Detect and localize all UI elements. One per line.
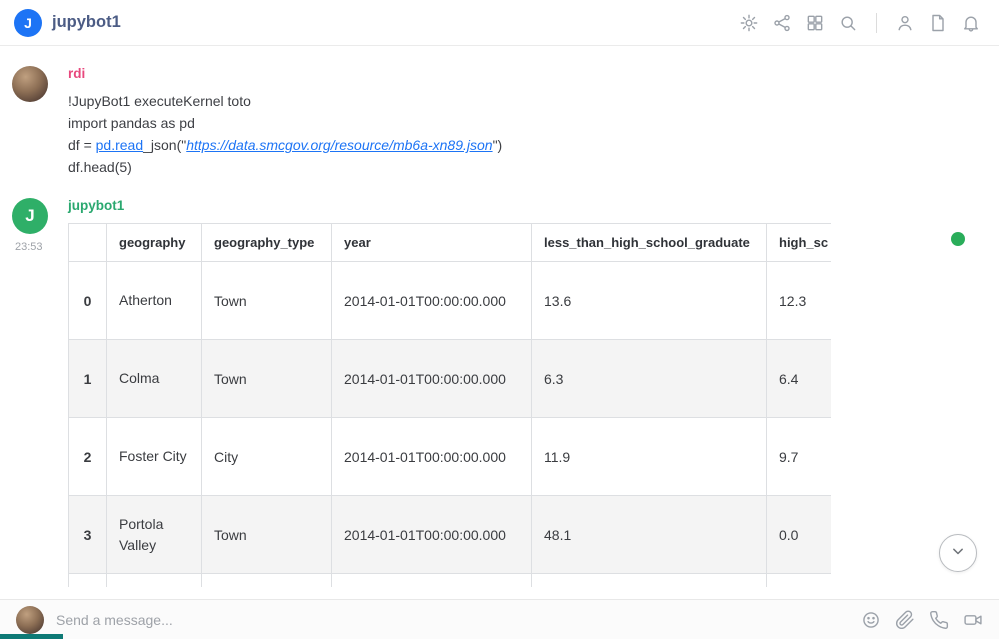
code-text: df = <box>68 137 96 153</box>
channel-title[interactable]: jupybot1 <box>52 13 121 32</box>
members-icon[interactable] <box>895 13 915 33</box>
cell-year: 2014-01-01T00:00:00.000 <box>332 418 532 496</box>
avatar-rdi[interactable] <box>12 66 48 102</box>
column-header-geography: geography <box>107 224 202 262</box>
avatar-jupybot1[interactable]: J <box>12 198 48 234</box>
column-header-high-school: high_sc <box>767 224 832 262</box>
cell-year: 2014-01-01T00:00:00.000 <box>332 496 532 574</box>
header-actions <box>739 13 981 33</box>
table-header-row: geography geography_type year less_than_… <box>69 224 832 262</box>
message-rdi: rdi !JupyBot1 executeKernel toto import … <box>0 64 999 178</box>
message-line: df.head(5) <box>68 156 999 178</box>
username-rdi[interactable]: rdi <box>68 66 85 81</box>
paperclip-icon[interactable] <box>895 610 915 630</box>
cell-geography-type: Town <box>202 262 332 340</box>
cell-geography: Atherton <box>107 262 202 340</box>
cell-geography-type: City <box>202 418 332 496</box>
column-header-year: year <box>332 224 532 262</box>
cell-high-school: 6.4 <box>767 340 832 418</box>
channel-avatar[interactable]: J <box>14 9 42 37</box>
cell-index: 0 <box>69 262 107 340</box>
bell-icon[interactable] <box>961 13 981 33</box>
cell-geography: Portola Valley <box>107 496 202 574</box>
chevron-down-icon <box>948 541 968 566</box>
phone-icon[interactable] <box>929 610 949 630</box>
message-input[interactable] <box>56 612 861 628</box>
cell-less-than-hs: 6.3 <box>532 340 767 418</box>
dataframe-table: geography geography_type year less_than_… <box>68 223 831 587</box>
gear-icon[interactable] <box>739 13 759 33</box>
message-line: !JupyBot1 executeKernel toto <box>68 90 999 112</box>
cell-year: 2014-01-01T00:00:00.000 <box>332 262 532 340</box>
cell-high-school: 12.3 <box>767 262 832 340</box>
cell-high-school: 0.0 <box>767 496 832 574</box>
column-header-index <box>69 224 107 262</box>
column-header-less-than-hs: less_than_high_school_graduate <box>532 224 767 262</box>
message-composer <box>0 599 999 639</box>
cell-index: 3 <box>69 496 107 574</box>
cell-index: 2 <box>69 418 107 496</box>
table-row: 1 Colma Town 2014-01-01T00:00:00.000 6.3… <box>69 340 832 418</box>
cell-geography-type: Town <box>202 496 332 574</box>
table-row: 3 Portola Valley Town 2014-01-01T00:00:0… <box>69 496 832 574</box>
emoji-icon[interactable] <box>861 610 881 630</box>
table-row: 2 Foster City City 2014-01-01T00:00:00.0… <box>69 418 832 496</box>
cell-index: 1 <box>69 340 107 418</box>
cell-less-than-hs: 11.9 <box>532 418 767 496</box>
message-body-jupybot1: jupybot1 geography geography_type <box>68 196 999 587</box>
cell-less-than-hs: 13.6 <box>532 262 767 340</box>
share-icon[interactable] <box>772 13 792 33</box>
pd-read-link[interactable]: pd.read <box>96 137 143 153</box>
column-header-geography-type: geography_type <box>202 224 332 262</box>
files-icon[interactable] <box>928 13 948 33</box>
scroll-to-bottom-button[interactable] <box>939 534 977 572</box>
username-jupybot1[interactable]: jupybot1 <box>68 198 124 213</box>
table-row: 0 Atherton Town 2014-01-01T00:00:00.000 … <box>69 262 832 340</box>
cell-less-than-hs: 48.1 <box>532 496 767 574</box>
app-window: J jupybot1 <box>0 0 999 639</box>
cell-year: 2014-01-01T00:00:00.000 <box>332 340 532 418</box>
message-body-rdi: rdi !JupyBot1 executeKernel toto import … <box>68 64 999 178</box>
cell-geography: Foster City <box>107 418 202 496</box>
unread-indicator-badge <box>951 232 965 246</box>
channel-header: J jupybot1 <box>0 0 999 46</box>
cell-geography-type: Town <box>202 340 332 418</box>
dataset-url-link[interactable]: https://data.smcgov.org/resource/mb6a-xn… <box>186 137 492 153</box>
cell-geography: Colma <box>107 340 202 418</box>
bottom-left-accent <box>0 634 63 639</box>
apps-grid-icon[interactable] <box>805 13 825 33</box>
message-jupybot1: J 23:53 jupybot1 geography <box>0 196 999 587</box>
current-user-avatar[interactable] <box>16 606 44 634</box>
search-icon[interactable] <box>838 13 858 33</box>
video-camera-icon[interactable] <box>963 610 983 630</box>
cell-high-school: 9.7 <box>767 418 832 496</box>
composer-actions <box>861 610 983 630</box>
dataframe-table-container[interactable]: geography geography_type year less_than_… <box>68 223 831 587</box>
table-row-partial <box>69 574 832 588</box>
message-line: import pandas as pd <box>68 112 999 134</box>
code-text: ") <box>493 137 503 153</box>
message-line-code: df = pd.read_json("https://data.smcgov.o… <box>68 134 999 156</box>
header-divider <box>876 13 877 33</box>
message-timestamp: 23:53 <box>12 241 48 253</box>
code-text: _json(" <box>143 137 186 153</box>
message-list[interactable]: rdi !JupyBot1 executeKernel toto import … <box>0 46 999 599</box>
